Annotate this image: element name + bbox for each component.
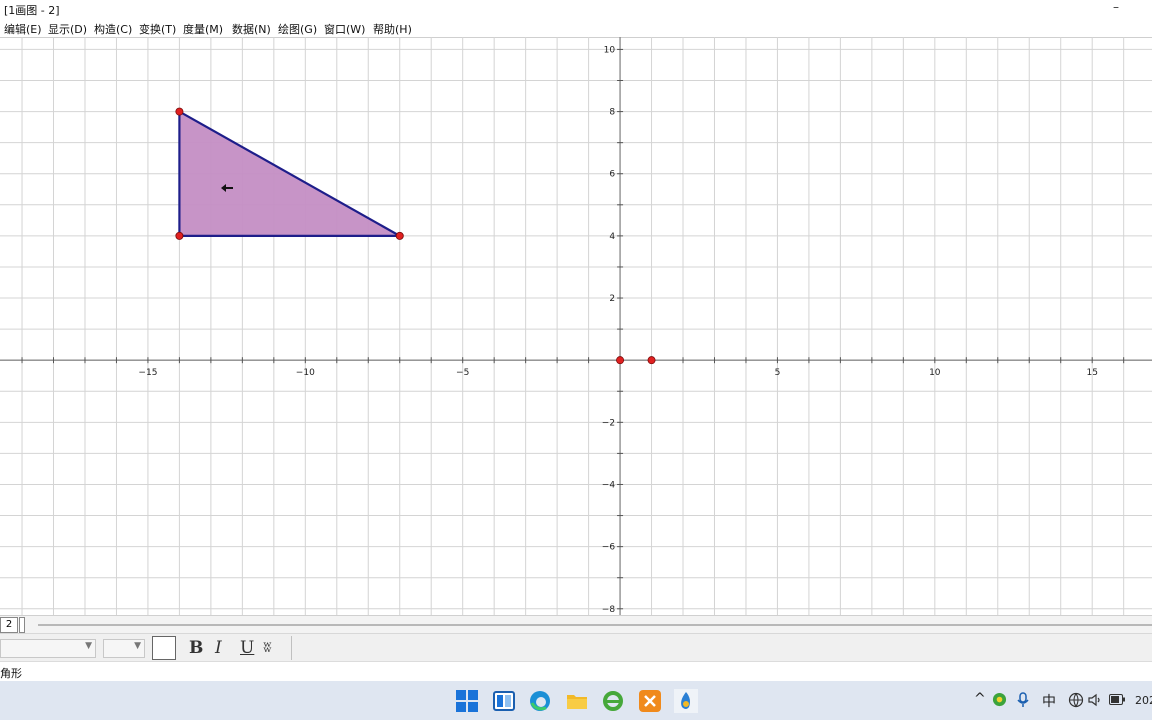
point-marker <box>175 231 184 240</box>
symbol-palette-button[interactable]: ʬ <box>263 638 272 656</box>
y-tick-label: 4 <box>609 232 615 242</box>
sync-status-icon[interactable] <box>992 692 1007 707</box>
window-title: [1画图 - 2] <box>4 4 60 17</box>
menu-window[interactable]: 窗口(W) <box>324 21 365 37</box>
tick-labels: −15 −10 −5 5 10 15 −8 −6 −4 −2 2 4 6 8 10 <box>138 45 1097 614</box>
axes <box>0 37 1152 615</box>
chevron-down-icon: ▼ <box>134 641 141 651</box>
italic-button[interactable]: I <box>215 638 222 658</box>
taskbar: ^ 中 202 <box>0 681 1152 720</box>
microphone-icon[interactable] <box>1017 692 1029 708</box>
point-marker <box>175 107 184 116</box>
text-color-button[interactable] <box>152 636 176 660</box>
ie-browser-icon[interactable] <box>601 689 625 713</box>
minimize-button[interactable]: – <box>1104 0 1128 14</box>
point-marker <box>647 356 656 365</box>
battery-icon[interactable] <box>1109 694 1125 705</box>
x-tick-label: −10 <box>296 368 315 378</box>
toolbar-divider <box>291 636 292 660</box>
status-bar: 角形 <box>0 661 1152 682</box>
horizontal-scroll-bar[interactable]: 2 <box>0 615 1152 634</box>
file-explorer-icon[interactable] <box>565 689 589 713</box>
menu-measure[interactable]: 度量(M) <box>183 21 223 37</box>
page-tab-add[interactable] <box>19 617 25 633</box>
x-tick-label: −15 <box>138 368 157 378</box>
page-tab[interactable]: 2 <box>0 617 18 633</box>
volume-icon[interactable] <box>1088 693 1102 707</box>
font-size-select[interactable]: ▼ <box>103 639 145 658</box>
x-tick-label: 15 <box>1086 368 1097 378</box>
coordinate-plane[interactable]: −15 −10 −5 5 10 15 −8 −6 −4 −2 2 4 6 8 10 <box>0 37 1152 615</box>
y-tick-label: −2 <box>602 418 615 428</box>
underline-button[interactable]: U <box>240 638 254 658</box>
edge-browser-icon[interactable] <box>528 689 552 713</box>
y-tick-label: 10 <box>604 45 616 55</box>
chevron-up-icon[interactable]: ^ <box>974 691 986 707</box>
sketch-canvas[interactable]: −15 −10 −5 5 10 15 −8 −6 −4 −2 2 4 6 8 10 <box>0 37 1152 615</box>
point-marker <box>395 231 404 240</box>
network-icon[interactable] <box>1068 692 1084 708</box>
bold-button[interactable]: B <box>189 638 203 658</box>
menu-data[interactable]: 数据(N) <box>232 21 271 37</box>
x-tick-label: 10 <box>929 368 941 378</box>
menu-transform[interactable]: 变换(T) <box>139 21 176 37</box>
app-orange-icon[interactable] <box>638 689 662 713</box>
y-tick-label: −8 <box>602 605 616 615</box>
x-tick-label: 5 <box>775 368 781 378</box>
y-tick-label: 2 <box>609 294 615 304</box>
status-text: 角形 <box>0 667 22 680</box>
x-tick-label: −5 <box>456 368 469 378</box>
windows-start-icon[interactable] <box>455 689 479 713</box>
chevron-down-icon: ▼ <box>85 641 92 651</box>
y-tick-label: −4 <box>602 480 616 490</box>
menu-help[interactable]: 帮助(H) <box>373 21 412 37</box>
text-toolbar: ▼ ▼ B I U ʬ <box>0 633 1152 662</box>
menu-graph[interactable]: 绘图(G) <box>278 21 317 37</box>
task-view-icon[interactable] <box>492 689 516 713</box>
y-tick-label: −6 <box>602 543 616 553</box>
y-tick-label: 6 <box>609 170 615 180</box>
clock-text: 202 <box>1135 694 1152 707</box>
font-family-select[interactable]: ▼ <box>0 639 96 658</box>
grid-lines <box>0 37 1152 615</box>
y-tick-label: 8 <box>609 108 615 118</box>
menu-bar: 编辑(E) 显示(D) 构造(C) 变换(T) 度量(M) 数据(N) 绘图(G… <box>0 18 1152 38</box>
menu-display[interactable]: 显示(D) <box>48 21 87 37</box>
sketchpad-app-icon[interactable] <box>674 689 698 713</box>
menu-edit[interactable]: 编辑(E) <box>4 21 42 37</box>
ime-indicator[interactable]: 中 <box>1042 691 1056 711</box>
menu-construct[interactable]: 构造(C) <box>94 21 132 37</box>
title-bar: [1画图 - 2] – <box>0 0 1152 18</box>
point-marker <box>616 356 625 365</box>
scroll-track[interactable] <box>38 624 1152 626</box>
